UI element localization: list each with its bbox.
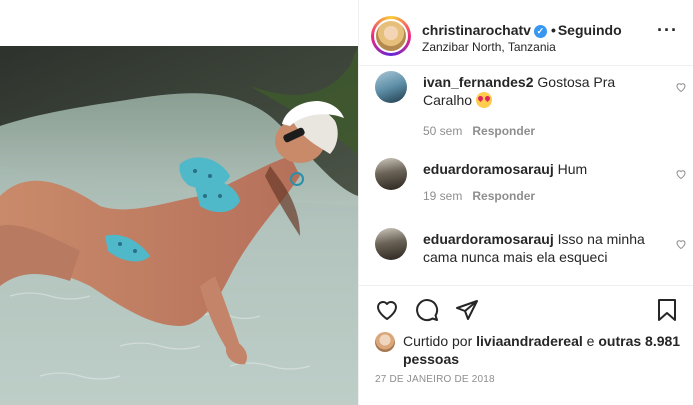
heart-eyes-emoji-icon (475, 92, 492, 108)
likes-text: Curtido por liviaandradereal e outras 8.… (403, 332, 693, 368)
comment-avatar[interactable] (375, 228, 407, 260)
post-photo-image (0, 46, 358, 405)
heart-icon[interactable] (375, 298, 399, 322)
author-username[interactable]: christinarochatv (422, 22, 531, 38)
likes-prefix: Curtido por (403, 333, 473, 349)
action-bar (359, 285, 693, 333)
verified-badge-icon: ✓ (533, 25, 547, 38)
separator-dot: • (550, 22, 556, 38)
comment-username[interactable]: eduardoramosarauj (423, 161, 554, 177)
comment-time[interactable]: 19 sem (423, 189, 462, 203)
comment-body: ivan_fernandes2 Gostosa Pra Caralho (423, 73, 645, 109)
comment-like-heart-icon[interactable] (675, 81, 687, 93)
reply-button[interactable]: Responder (472, 189, 535, 203)
share-icon[interactable] (455, 298, 479, 322)
comment-like-heart-icon[interactable] (675, 168, 687, 180)
comment-body: eduardoramosarauj Isso na minha cama nun… (423, 230, 645, 266)
author-avatar-ring[interactable] (371, 16, 411, 56)
comment-meta: 19 sem Responder (423, 189, 535, 203)
post-details-panel: christinarochatv ✓ • Seguindo Zanzibar Nort… (358, 0, 693, 405)
comment-icon[interactable] (415, 298, 439, 322)
post-photo[interactable] (0, 46, 358, 405)
post-date[interactable]: 27 DE JANEIRO DE 2018 (375, 374, 495, 385)
author-line: christinarochatv ✓ • Seguindo (422, 22, 622, 38)
comment-text: Hum (557, 161, 588, 177)
liker-username[interactable]: liviaandradereal (476, 333, 583, 349)
more-options-icon[interactable]: ··· (657, 21, 678, 39)
likes-connector: e (586, 333, 595, 349)
comment-username[interactable]: ivan_fernandes2 (423, 74, 534, 90)
comment-username[interactable]: eduardoramosarauj (423, 231, 554, 247)
comment-like-heart-icon[interactable] (675, 238, 687, 250)
liker-avatar[interactable] (375, 332, 395, 352)
comments-list[interactable]: ivan_fernandes2 Gostosa Pra Caralho 50 s… (359, 67, 693, 285)
follow-status-button[interactable]: Seguindo (558, 22, 622, 38)
post-header: christinarochatv ✓ • Seguindo Zanzibar Nort… (359, 0, 693, 66)
comment-time[interactable]: 50 sem (423, 124, 462, 138)
page-background (0, 0, 358, 46)
bookmark-icon[interactable] (655, 298, 679, 322)
reply-button[interactable]: Responder (472, 124, 535, 138)
post-location[interactable]: Zanzibar North, Tanzania (422, 40, 556, 54)
comment-meta: 50 sem Responder (423, 124, 535, 138)
comment-body: eduardoramosarauj Hum (423, 160, 645, 178)
author-avatar[interactable] (374, 19, 408, 53)
comment-avatar[interactable] (375, 71, 407, 103)
comment-avatar[interactable] (375, 158, 407, 190)
